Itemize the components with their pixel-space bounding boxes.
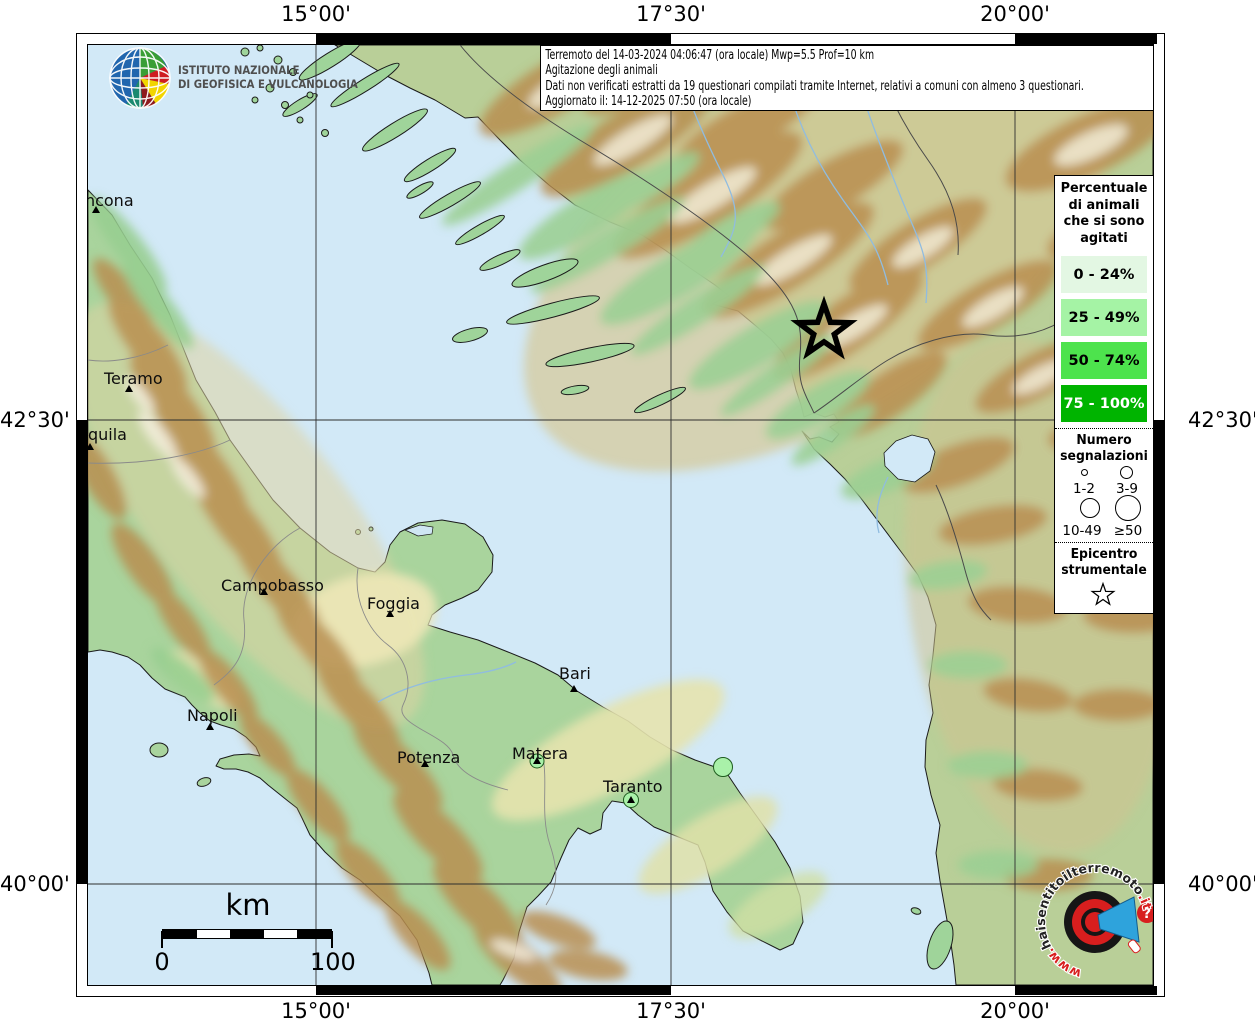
- city-marker-bari: [570, 685, 578, 692]
- legend-swatch-0-24: 0 - 24%: [1061, 256, 1147, 293]
- report-size-icon-4: [1115, 495, 1141, 521]
- report-bin-label-3: 10-49: [1059, 523, 1105, 539]
- report-bin-label-1: 1-2: [1064, 481, 1104, 497]
- scalebar-unit: km: [198, 888, 298, 922]
- axis-label-left-42: 42°30': [0, 408, 68, 432]
- city-marker-potenza: [421, 760, 429, 767]
- frame-band-top-1: [316, 34, 671, 44]
- axis-label-bottom-15: 15°00': [256, 999, 376, 1023]
- city-marker-teramo: [125, 385, 133, 392]
- legend-percent-title: Percentuale di animali che si sono agita…: [1057, 180, 1150, 246]
- legend-divider-2: [1055, 542, 1153, 543]
- island-ischia: [150, 743, 168, 757]
- axis-label-right-42: 42°30': [1188, 408, 1255, 432]
- scalebar-seg: [197, 930, 231, 938]
- legend-panel: Percentuale di animali che si sono agita…: [1054, 175, 1154, 614]
- scalebar-end-label: 100: [310, 948, 354, 976]
- report-bin-label-4: ≥50: [1107, 523, 1149, 539]
- city-marker-campobasso: [260, 588, 268, 595]
- frame-band-bottom-2: [1015, 986, 1157, 995]
- report-circle: [714, 758, 733, 777]
- axis-label-top-15: 15°00': [256, 2, 376, 26]
- info-line-disclaimer: Dati non verificati estratti da 19 quest…: [545, 79, 977, 94]
- frame-band-right: [1154, 420, 1164, 884]
- city-label-campobasso: Campobasso: [221, 576, 324, 595]
- scalebar-seg: [163, 930, 197, 938]
- city-label-taranto: Taranto: [603, 777, 663, 796]
- axis-label-top-17: 17°30': [611, 2, 731, 26]
- report-size-icon-2: [1120, 466, 1133, 479]
- city-label-bari: Bari: [559, 664, 591, 683]
- axis-label-top-20: 20°00': [955, 2, 1075, 26]
- city-marker-laquila: [87, 443, 94, 450]
- legend-swatch-75-100: 75 - 100%: [1061, 385, 1147, 422]
- city-marker-foggia: [386, 610, 394, 617]
- legend-swatch-25-49: 25 - 49%: [1061, 299, 1147, 336]
- report-size-icon-3: [1080, 498, 1100, 518]
- city-marker-taranto: [627, 796, 635, 803]
- city-marker-matera: [533, 757, 541, 764]
- ingv-name: ISTITUTO NAZIONALE DI GEOFISICA E VULCAN…: [178, 64, 358, 91]
- axis-label-left-40: 40°00': [0, 872, 68, 896]
- scalebar-seg: [264, 930, 298, 938]
- city-marker-napoli: [206, 723, 214, 730]
- frame-band-top-2: [1015, 34, 1157, 44]
- scalebar: [162, 929, 332, 939]
- axis-label-right-40: 40°00': [1188, 872, 1255, 896]
- haisentitoilterremoto-logo: ? www.haisentitoilterremoto.it: [1025, 848, 1154, 986]
- ingv-name-line2: DI GEOFISICA E VULCANOLOGIA: [178, 78, 358, 92]
- ingv-globe-icon: [98, 46, 174, 112]
- scalebar-start-label: 0: [152, 948, 172, 976]
- scalebar-tick-start: [161, 931, 163, 948]
- scalebar-seg: [230, 930, 264, 938]
- frame-band-left: [77, 420, 87, 884]
- legend-epicenter-title: Epicentro strumentale: [1059, 546, 1149, 578]
- info-line-event: Terremoto del 14-03-2024 04:06:47 (ora l…: [545, 48, 977, 63]
- axis-label-bottom-17: 17°30': [611, 999, 731, 1023]
- city-label-laquila: L'Aquila: [87, 425, 127, 444]
- legend-reports-title: Numero segnalazioni: [1059, 432, 1149, 464]
- info-line-updated: Aggiornato il: 14-12-2025 07:50 (ora loc…: [545, 94, 977, 109]
- ingv-logo: ISTITUTO NAZIONALE DI GEOFISICA E VULCAN…: [98, 46, 428, 116]
- terrain-svg: [88, 45, 1153, 985]
- frame-band-bottom-1: [316, 986, 671, 995]
- ingv-name-line1: ISTITUTO NAZIONALE: [178, 64, 358, 78]
- legend-divider-1: [1055, 428, 1153, 429]
- info-line-subject: Agitazione degli animali: [545, 63, 977, 78]
- axis-label-bottom-20: 20°00': [955, 999, 1075, 1023]
- earthquake-info-box: Terremoto del 14-03-2024 04:06:47 (ora l…: [540, 45, 1154, 111]
- scalebar-seg: [297, 930, 331, 938]
- map-canvas: Terremoto del 14-03-2024 04:06:47 (ora l…: [87, 44, 1154, 986]
- city-marker-ancona: [92, 206, 100, 213]
- legend-star-icon: [1083, 580, 1123, 610]
- report-size-icon-1: [1081, 469, 1088, 476]
- legend-swatch-50-74: 50 - 74%: [1061, 342, 1147, 379]
- scalebar-tick-end: [331, 931, 333, 948]
- city-label-teramo: Teramo: [104, 369, 163, 388]
